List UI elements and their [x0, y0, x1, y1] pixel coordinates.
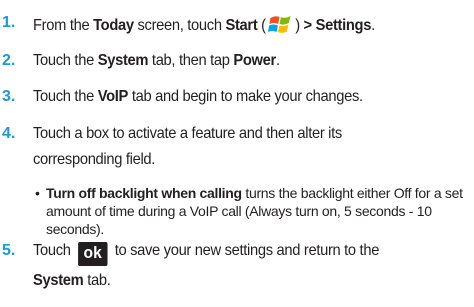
step-text: Touch ok to save your new settings and ret… — [33, 241, 379, 266]
bullet-point: • — [35, 185, 40, 201]
step-text: From the Today screen, touch Start ( ) >… — [33, 13, 375, 36]
step-number: 3. — [2, 88, 16, 105]
step-text: Touch the VoIP tab and begin to make you… — [33, 88, 363, 105]
windows-start-logo-icon — [268, 16, 291, 33]
step-text: Touch the System tab, then tap Power. — [33, 52, 280, 69]
step-text-line-2: corresponding field. — [33, 151, 156, 168]
step-text-line-2: System tab. — [33, 272, 111, 289]
step-number: 2. — [2, 52, 16, 69]
bullet-text: Turn off backlight when calling turns th… — [46, 184, 466, 238]
step-text-line-1: Touch a box to activate a feature and th… — [33, 125, 342, 142]
ok-key-icon: ok — [78, 242, 108, 266]
step-number: 4. — [2, 125, 16, 142]
step-number: 1. — [2, 14, 16, 31]
bullet-term: Turn off backlight when calling — [46, 185, 242, 201]
step-number: 5. — [2, 242, 16, 259]
